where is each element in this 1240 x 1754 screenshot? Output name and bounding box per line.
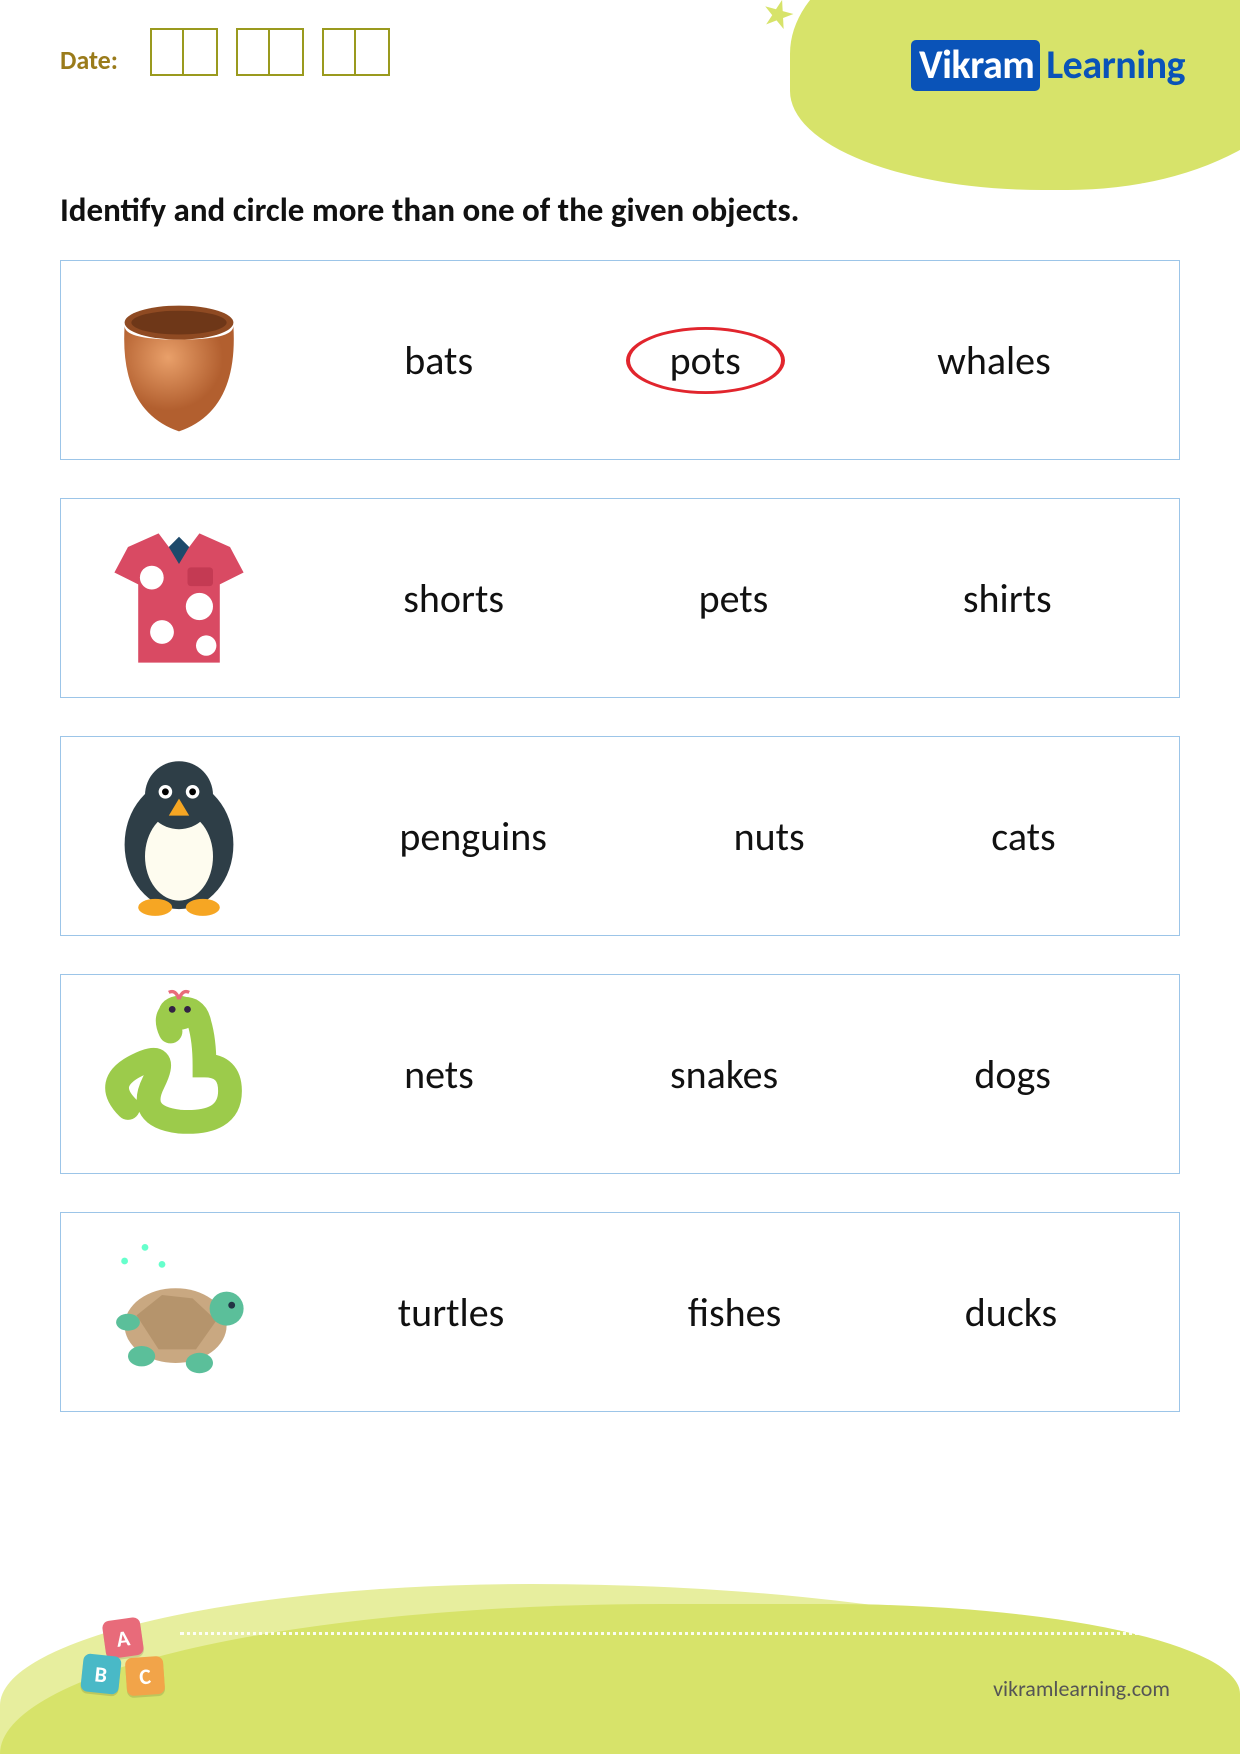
brand-rest: Learning: [1046, 40, 1185, 89]
header-blob-decoration: [790, 0, 1240, 190]
option-word[interactable]: ducks: [943, 1284, 1079, 1341]
option-word[interactable]: penguins: [377, 808, 569, 865]
option-word[interactable]: shirts: [941, 570, 1074, 627]
instruction-text: Identify and circle more than one of the…: [60, 190, 1180, 230]
block-letter: A: [102, 1617, 145, 1660]
abc-blocks-icon: A B C: [80, 1619, 170, 1699]
option-word[interactable]: fishes: [666, 1284, 803, 1341]
footer-url: vikramlearning.com: [993, 1675, 1170, 1702]
date-label: Date:: [60, 44, 118, 76]
turtle-icon: [76, 1227, 281, 1397]
option-word[interactable]: nuts: [712, 808, 827, 865]
block-letter: C: [125, 1656, 166, 1697]
brand-boxed: Vikram: [911, 40, 1040, 91]
exercise-row: penguins nuts cats: [60, 736, 1180, 936]
worksheet-header: ★ Date: VikramLearning: [0, 0, 1240, 150]
shirt-icon: [76, 513, 281, 683]
exercise-row: bats pots whales: [60, 260, 1180, 460]
penguin-icon: [76, 751, 281, 921]
exercise-row: shorts pets shirts: [60, 498, 1180, 698]
exercise-row: nets snakes dogs: [60, 974, 1180, 1174]
brand-logo: VikramLearning: [911, 40, 1185, 89]
option-word[interactable]: whales: [915, 332, 1073, 389]
option-word[interactable]: bats: [382, 332, 495, 389]
date-input-boxes[interactable]: [150, 28, 390, 76]
block-letter: B: [80, 1653, 122, 1695]
option-word[interactable]: cats: [969, 808, 1077, 865]
option-word[interactable]: dogs: [952, 1046, 1073, 1103]
snake-icon: [76, 989, 281, 1159]
option-word[interactable]: shorts: [381, 570, 526, 627]
option-word[interactable]: pots: [648, 332, 763, 389]
exercise-row: turtles fishes ducks: [60, 1212, 1180, 1412]
exercise-rows: bats pots whales shorts pets shirts: [0, 260, 1240, 1412]
pot-icon: [76, 275, 281, 445]
option-word[interactable]: turtles: [376, 1284, 526, 1341]
footer-decoration: [0, 1554, 1240, 1754]
option-word[interactable]: nets: [382, 1046, 496, 1103]
option-word[interactable]: pets: [677, 570, 791, 627]
option-word[interactable]: snakes: [648, 1046, 800, 1103]
